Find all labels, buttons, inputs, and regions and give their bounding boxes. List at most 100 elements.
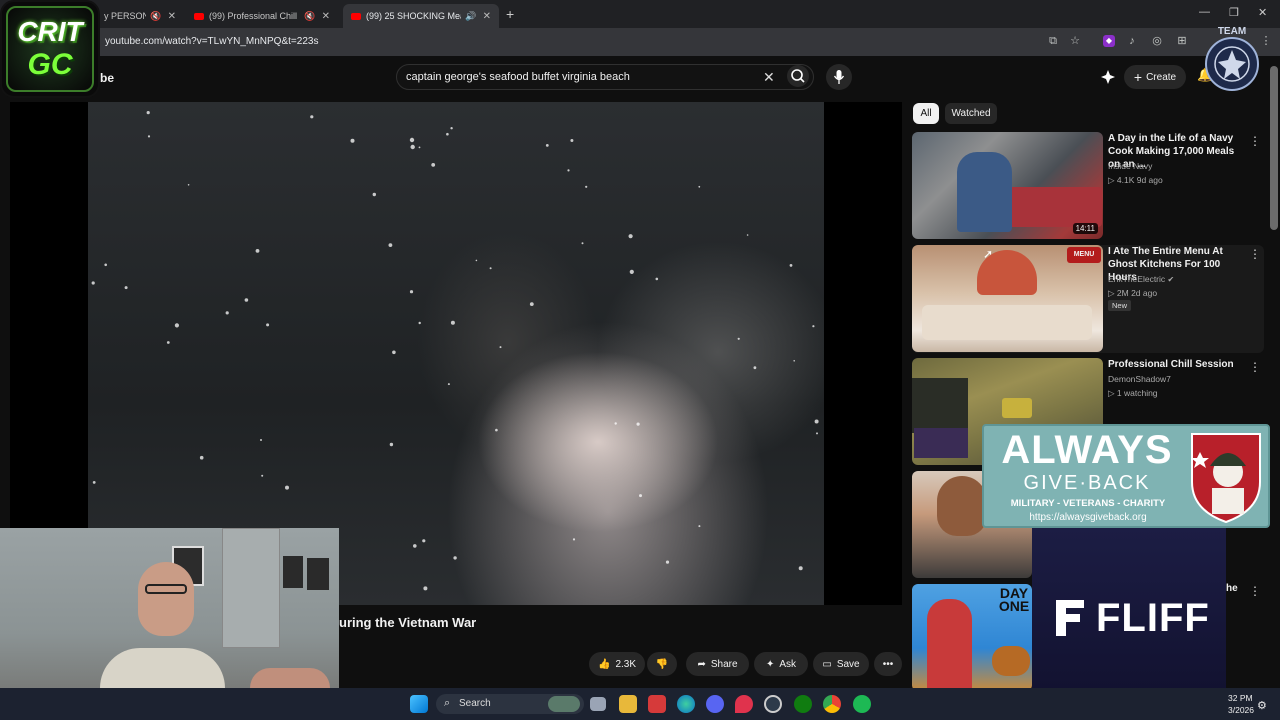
film-grain-speck (614, 422, 617, 425)
youtube-favicon-icon (351, 12, 361, 20)
new-tab-button[interactable]: + (506, 6, 514, 22)
recommendation-title[interactable]: he (1226, 583, 1238, 594)
speaker-icon[interactable]: 🔊 (465, 11, 476, 22)
video-thumbnail[interactable]: 14:11 (912, 132, 1103, 239)
settings-gear-icon[interactable] (764, 695, 782, 713)
video-thumbnail[interactable]: MENU (912, 245, 1103, 352)
taskbar-search-box[interactable]: ⌕ Search (436, 694, 584, 714)
agb-title: ALWAYS (1001, 428, 1173, 472)
film-grain-speck (665, 560, 670, 564)
recommendation-meta: ▷ 1 watching (1108, 388, 1158, 398)
close-tab-icon[interactable]: ✕ (483, 11, 491, 22)
film-grain-speck (746, 234, 749, 236)
spotify-icon[interactable] (853, 695, 871, 713)
install-app-icon[interactable]: ⧉ (1047, 35, 1059, 47)
maps-pin-icon[interactable] (735, 695, 753, 713)
chip-watched[interactable]: Watched (945, 103, 997, 124)
fliff-ad-overlay: FLIFF (1032, 528, 1226, 693)
extensions-puzzle-icon[interactable]: ⊞ (1176, 35, 1188, 47)
xbox-icon[interactable] (794, 695, 812, 713)
url-field[interactable]: youtube.com/watch?v=TLwYN_MnNPQ&t=223s (105, 36, 318, 47)
video-title: uring the Vietnam War (339, 615, 477, 630)
film-grain-speck (187, 184, 190, 186)
share-button[interactable]: ➦ Share (686, 652, 749, 676)
browser-tab-active[interactable]: (99) 25 SHOCKING Meals A 🔊 ✕ (343, 4, 499, 28)
film-grain-speck (737, 337, 740, 340)
film-grain-speck (418, 146, 421, 149)
ask-button[interactable]: ✦ Ask (754, 652, 808, 676)
recommendation-channel[interactable]: Inside Navy (1108, 161, 1152, 171)
close-window-icon[interactable]: ✕ (1258, 6, 1267, 19)
agb-tagline: MILITARY - VETERANS - CHARITY (1010, 498, 1166, 509)
bookmark-star-icon[interactable]: ☆ (1069, 35, 1081, 47)
discord-icon[interactable] (706, 695, 724, 713)
chip-all[interactable]: All (913, 103, 939, 124)
sparkle-icon: ✦ (765, 658, 775, 670)
video-thumbnail[interactable]: DAY ONE (912, 584, 1032, 691)
more-vertical-icon[interactable]: ⋮ (1249, 247, 1261, 261)
muted-speaker-icon[interactable]: 🔇 (150, 11, 161, 22)
film-grain-speck (529, 302, 534, 306)
gemini-sparkle-icon[interactable] (1100, 69, 1116, 85)
vpn-extension-icon[interactable]: ◎ (1151, 35, 1163, 47)
film-grain-speck (255, 249, 260, 253)
file-explorer-icon[interactable] (619, 695, 637, 713)
like-button[interactable]: 👍 2.3K (589, 652, 645, 676)
windows-taskbar (0, 688, 1280, 720)
app-red-icon[interactable] (648, 695, 666, 713)
windows-start-icon[interactable] (410, 695, 428, 713)
chrome-menu-icon[interactable]: ⋮ (1260, 35, 1272, 47)
recommendation-item[interactable]: MENU I Ate The Entire Menu At Ghost Kitc… (912, 245, 1264, 353)
more-vertical-icon[interactable]: ⋮ (1249, 134, 1261, 148)
film-grain-speck (447, 383, 450, 386)
film-grain-speck (753, 366, 757, 370)
recommendation-title[interactable]: Professional Chill Session (1108, 358, 1248, 371)
taskbar-clock-time[interactable]: 32 PM (1228, 693, 1253, 703)
create-button[interactable]: + Create (1124, 65, 1186, 89)
chrome-icon[interactable] (823, 695, 841, 713)
muted-speaker-icon[interactable]: 🔇 (304, 11, 315, 22)
media-control-icon[interactable]: ♪ (1126, 35, 1138, 47)
film-grain-speck (789, 264, 793, 267)
search-button[interactable] (787, 65, 809, 87)
thumbnail-burger (992, 646, 1030, 676)
page-scrollbar[interactable] (1270, 66, 1278, 230)
recommendation-channel[interactable]: ErikTheElectric ✔ (1108, 274, 1174, 284)
thumbnail-cook-figure (957, 152, 1012, 232)
always-give-back-banner: ALWAYS GIVE·BACK MILITARY - VETERANS - C… (982, 424, 1270, 528)
film-grain-speck (244, 298, 249, 302)
recommendation-item[interactable]: 14:11 A Day in the Life of a Navy Cook M… (912, 132, 1264, 240)
film-grain-speck (350, 138, 355, 143)
more-vertical-icon[interactable]: ⋮ (1249, 584, 1261, 598)
close-tab-icon[interactable]: ✕ (322, 11, 330, 22)
extension-icon[interactable]: ◆ (1103, 35, 1115, 47)
edge-browser-icon[interactable] (677, 695, 695, 713)
minimize-window-icon[interactable]: — (1199, 6, 1210, 18)
gc-logo-text: GC (27, 48, 73, 81)
film-grain-speck (92, 481, 96, 484)
youtube-logo-text[interactable]: be (100, 71, 114, 85)
film-grain-speck (636, 422, 640, 426)
taskbar-clock-date[interactable]: 3/2026 (1228, 705, 1254, 715)
task-view-icon[interactable] (590, 697, 606, 711)
clear-search-icon[interactable]: ✕ (763, 69, 775, 86)
soldier-shield-icon (1191, 433, 1261, 524)
browser-tab[interactable]: (99) Professional Chill Sessi 🔇 ✕ (186, 4, 338, 28)
save-button[interactable]: ▭ Save (813, 652, 869, 676)
recommendation-channel[interactable]: DemonShadow7 (1108, 374, 1171, 384)
voice-search-button[interactable] (826, 64, 852, 90)
film-grain-speck (104, 263, 107, 267)
restore-window-icon[interactable]: ❐ (1229, 6, 1239, 19)
film-grain-speck (639, 494, 642, 498)
close-tab-icon[interactable]: ✕ (168, 11, 176, 22)
dislike-button[interactable]: 👎 (647, 652, 677, 676)
film-grain-speck (166, 341, 170, 344)
film-grain-speck (199, 455, 204, 460)
more-vertical-icon[interactable]: ⋮ (1249, 360, 1261, 374)
wall-picture-frame (283, 556, 303, 588)
more-actions-button[interactable]: ••• (874, 652, 902, 676)
browser-tab[interactable]: y PERSONAL 🔇 ✕ (96, 4, 184, 28)
search-input[interactable]: captain george's seafood buffet virginia… (396, 64, 814, 90)
recommendation-meta: ▷ 2M 2d ago (1108, 288, 1158, 298)
notification-center-icon[interactable]: ⚙ (1257, 699, 1267, 712)
